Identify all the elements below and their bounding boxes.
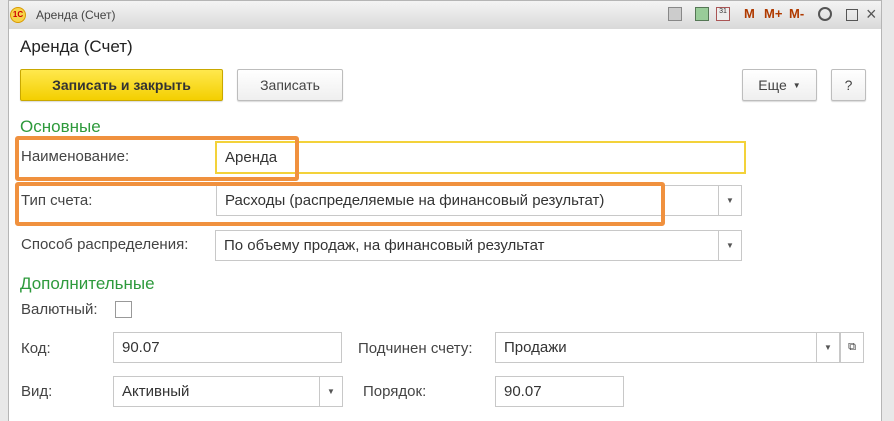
form-title: Аренда (Счет) — [20, 37, 133, 56]
save-button[interactable]: Записать — [237, 69, 343, 101]
kind-label: Вид: — [21, 383, 53, 400]
order-label: Порядок: — [363, 383, 427, 400]
save-and-close-button[interactable]: Записать и закрыть — [20, 69, 223, 101]
currency-checkbox[interactable] — [115, 301, 132, 318]
dropdown-arrow-icon[interactable]: ▼ — [816, 333, 839, 362]
help-button[interactable]: ? — [831, 69, 866, 101]
parent-value: Продажи — [504, 339, 567, 356]
open-icon[interactable]: ⧉ — [840, 332, 864, 363]
code-input[interactable]: 90.07 — [113, 332, 342, 363]
kind-value: Активный — [122, 383, 190, 400]
parent-select[interactable]: Продажи ▼ — [495, 332, 840, 363]
currency-label: Валютный: — [21, 301, 98, 318]
order-input[interactable]: 90.07 — [495, 376, 624, 407]
calendar-icon[interactable]: 31 — [716, 7, 730, 21]
kind-select[interactable]: Активный ▼ — [113, 376, 343, 407]
print-icon[interactable] — [668, 7, 682, 21]
section-main: Основные — [20, 117, 101, 136]
highlight-box-name — [15, 136, 299, 181]
1c-logo-icon: 1С — [10, 7, 26, 23]
memory-plus-button[interactable]: M+ — [764, 6, 782, 21]
distribution-label: Способ распределения: — [21, 236, 189, 253]
memory-button[interactable]: M — [744, 6, 755, 21]
dropdown-arrow-icon[interactable]: ▼ — [718, 186, 741, 215]
more-button[interactable]: Еще ▼ — [742, 69, 817, 101]
code-label: Код: — [21, 340, 51, 357]
distribution-value: По объему продаж, на финансовый результа… — [224, 237, 545, 254]
highlight-box-type — [15, 182, 665, 226]
parent-label: Подчинен счету: — [358, 340, 473, 357]
maximize-icon[interactable] — [846, 9, 858, 21]
memory-minus-button[interactable]: M- — [789, 6, 804, 21]
window-title: Аренда (Счет) — [36, 8, 116, 22]
zoom-icon[interactable] — [818, 7, 832, 21]
close-icon[interactable]: × — [866, 4, 877, 25]
distribution-select[interactable]: По объему продаж, на финансовый результа… — [215, 230, 742, 261]
dropdown-arrow-icon[interactable]: ▼ — [718, 231, 741, 260]
section-extra: Дополнительные — [20, 274, 155, 293]
more-label: Еще — [758, 77, 787, 93]
chevron-down-icon: ▼ — [792, 80, 801, 90]
calculator-icon[interactable] — [695, 7, 709, 21]
dropdown-arrow-icon[interactable]: ▼ — [319, 377, 342, 406]
